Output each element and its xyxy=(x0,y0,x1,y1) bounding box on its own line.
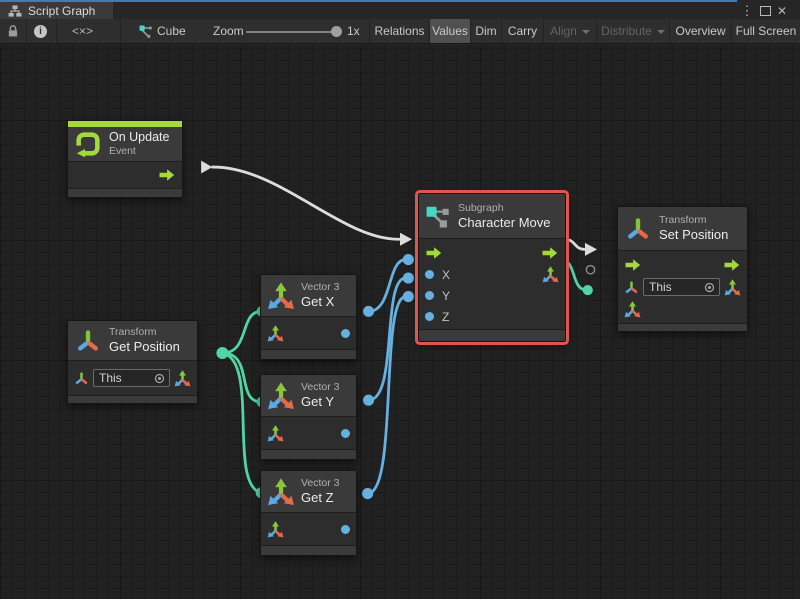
fullscreen-button[interactable]: Full Screen xyxy=(732,19,800,43)
tab-label: Script Graph xyxy=(28,4,95,18)
node-title: On Update xyxy=(109,130,169,145)
zoom-value: 1x xyxy=(347,19,360,43)
window-menu-icon[interactable]: ⋮ xyxy=(740,2,754,19)
node-footer xyxy=(261,349,356,359)
script-graph-icon xyxy=(8,5,22,17)
distribute-button[interactable]: Distribute xyxy=(597,19,669,43)
object-picker-icon[interactable] xyxy=(704,282,715,293)
node-category: Vector 3 xyxy=(301,281,340,294)
lock-icon[interactable] xyxy=(7,24,19,38)
node-category: Vector 3 xyxy=(301,477,340,490)
node-get-y[interactable]: Vector 3 Get Y xyxy=(260,374,357,460)
node-header: Vector 3 Get X xyxy=(261,275,356,317)
vector3-output-port[interactable] xyxy=(174,370,191,387)
graph-toolbar: i <×> Cube Zoom 1x Relations Values Dim … xyxy=(0,19,800,44)
float-wires xyxy=(368,260,406,494)
graph-object-label[interactable]: Cube xyxy=(157,19,186,43)
maximize-icon[interactable] xyxy=(757,2,773,19)
tab-script-graph[interactable]: Script Graph xyxy=(0,2,113,19)
node-subtitle: Event xyxy=(109,145,169,158)
event-loop-icon xyxy=(75,131,101,157)
flow-output-port[interactable] xyxy=(158,169,176,181)
node-footer xyxy=(618,323,747,331)
node-header: On Update Event xyxy=(68,127,182,162)
vector3-input-port[interactable] xyxy=(267,425,284,442)
node-on-update[interactable]: On Update Event xyxy=(67,120,183,198)
overview-button[interactable]: Overview xyxy=(670,19,731,43)
transform-icon xyxy=(75,328,101,354)
dim-button[interactable]: Dim xyxy=(471,19,501,43)
vector3-output-port[interactable] xyxy=(724,279,741,296)
flow-output-port[interactable] xyxy=(723,259,741,271)
float-output-port[interactable] xyxy=(341,429,350,438)
port-label-z: Z xyxy=(442,310,449,324)
flow-input-port[interactable] xyxy=(624,259,642,271)
node-header: Transform Get Position xyxy=(68,321,197,361)
chevron-down-icon xyxy=(582,30,590,34)
vector3-input-port[interactable] xyxy=(624,301,641,318)
flow-output-port[interactable] xyxy=(541,247,559,259)
node-footer xyxy=(419,329,565,341)
vector3-icon xyxy=(267,382,295,410)
node-title: Set Position xyxy=(659,227,728,243)
node-get-position[interactable]: Transform Get Position This xyxy=(67,320,198,404)
subgraph-icon xyxy=(426,204,450,228)
node-character-move[interactable]: Subgraph Character Move X xyxy=(418,193,566,342)
close-icon[interactable]: ✕ xyxy=(774,2,790,19)
align-button[interactable]: Align xyxy=(544,19,596,43)
target-object-field[interactable]: This xyxy=(93,369,170,387)
node-category: Vector 3 xyxy=(301,381,340,394)
transform-input-port[interactable] xyxy=(74,371,89,386)
node-header: Subgraph Character Move xyxy=(419,194,565,239)
vector3-icon xyxy=(267,478,295,506)
node-set-position[interactable]: Transform Set Position This xyxy=(617,206,748,332)
node-title: Get Position xyxy=(109,339,180,355)
info-icon[interactable]: i xyxy=(34,25,47,38)
flow-input-port[interactable] xyxy=(425,247,443,259)
node-footer xyxy=(68,395,197,403)
float-output-port[interactable] xyxy=(341,525,350,534)
node-header: Vector 3 Get Z xyxy=(261,471,356,513)
tab-strip: Script Graph ⋮ ✕ xyxy=(0,2,800,19)
vector3-input-port[interactable] xyxy=(267,325,284,342)
node-footer xyxy=(261,545,356,555)
node-header: Vector 3 Get Y xyxy=(261,375,356,417)
node-title: Character Move xyxy=(458,215,550,231)
chevron-down-icon xyxy=(657,30,665,34)
transform-icon xyxy=(625,216,651,242)
float-input-port-y[interactable] xyxy=(425,291,434,300)
transform-input-port[interactable] xyxy=(624,280,639,295)
vector3-icon xyxy=(267,282,295,310)
values-button[interactable]: Values xyxy=(430,19,470,43)
float-output-port[interactable] xyxy=(341,329,350,338)
node-category: Subgraph xyxy=(458,202,550,215)
graph-object-icon xyxy=(139,25,152,38)
vector3-input-port[interactable] xyxy=(267,521,284,538)
target-object-field[interactable]: This xyxy=(643,278,720,296)
relations-button[interactable]: Relations xyxy=(371,19,428,43)
script-graph-window: Script Graph ⋮ ✕ i <×> Cube Zoom 1x Rela… xyxy=(0,0,800,599)
object-picker-icon[interactable] xyxy=(154,373,165,384)
zoom-slider-track[interactable] xyxy=(246,31,338,33)
port-label-x: X xyxy=(442,268,450,282)
node-title: Get X xyxy=(301,294,340,310)
zoom-label: Zoom xyxy=(213,19,244,43)
node-get-z[interactable]: Vector 3 Get Z xyxy=(260,470,357,556)
zoom-slider-handle[interactable] xyxy=(331,26,342,37)
node-header: Transform Set Position xyxy=(618,207,747,251)
carry-button[interactable]: Carry xyxy=(502,19,543,43)
node-title: Get Y xyxy=(301,394,340,410)
node-category: Transform xyxy=(109,326,180,339)
code-view-icon[interactable]: <×> xyxy=(72,24,93,38)
float-input-port-z[interactable] xyxy=(425,312,434,321)
node-footer xyxy=(261,449,356,459)
node-get-x[interactable]: Vector 3 Get X xyxy=(260,274,357,360)
node-category: Transform xyxy=(659,214,728,227)
node-footer xyxy=(68,188,182,197)
vector3-output-port[interactable] xyxy=(542,266,559,283)
node-title: Get Z xyxy=(301,490,340,506)
port-label-y: Y xyxy=(442,289,450,303)
float-input-port-x[interactable] xyxy=(425,270,434,279)
